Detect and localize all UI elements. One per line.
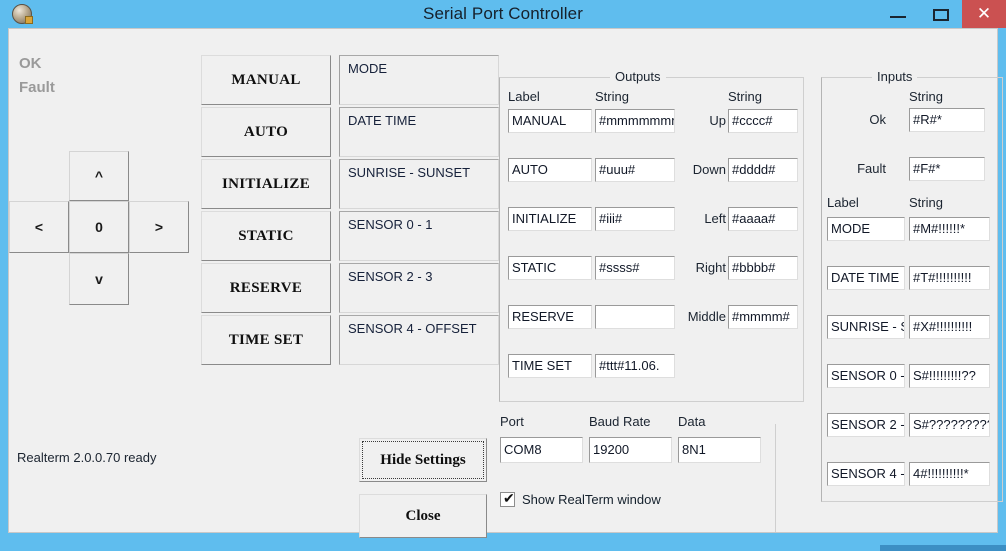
output-direction-string-middle[interactable]: #mmmm# [728, 305, 798, 329]
output-label-field-reserve[interactable]: RESERVE [508, 305, 592, 329]
outputs-column-header-string: String [595, 89, 629, 104]
input-string-field-date-time[interactable]: #T#!!!!!!!!!! [909, 266, 990, 290]
output-direction-string-up[interactable]: #cccc# [728, 109, 798, 133]
output-direction-label-down: Down [692, 162, 726, 177]
client-area: OK Fault ^ < 0 > v MANUAL AUTO INITIALIZ… [8, 28, 1003, 538]
port-input[interactable]: COM8 [500, 437, 583, 463]
hide-settings-button[interactable]: Hide Settings [359, 438, 487, 482]
outputs-group: Outputs Label String String MANUAL AUTO … [499, 69, 804, 402]
dpad-down-button[interactable]: v [69, 253, 129, 305]
output-label-field-time-set[interactable]: TIME SET [508, 354, 592, 378]
dpad-right-button[interactable]: > [129, 201, 189, 253]
close-window-button[interactable]: ✕ [962, 0, 1006, 28]
show-realterm-label: Show RealTerm window [522, 492, 661, 507]
window-title: Serial Port Controller [423, 4, 583, 23]
input-label-field-sensor-0[interactable]: SENSOR 0 - [827, 364, 905, 388]
data-label: Data [678, 414, 706, 429]
check-icon: ✔ [503, 490, 515, 506]
inputs-group: Inputs String Ok Fault #R#* #F#* Label S… [821, 69, 1003, 502]
status-led-fault: Fault [19, 79, 55, 96]
display-box-sensor-4-offset: SENSOR 4 - OFFSET [339, 315, 499, 365]
output-direction-label-left: Left [704, 211, 726, 226]
maximize-button[interactable] [920, 0, 962, 28]
title-bar: Serial Port Controller ✕ [0, 0, 1006, 28]
output-string-field-time-set[interactable]: #ttt#11.06. [595, 354, 675, 378]
input-string-field-mode[interactable]: #M#!!!!!!* [909, 217, 990, 241]
output-string-field-auto[interactable]: #uuu# [595, 158, 675, 182]
data-input[interactable]: 8N1 [678, 437, 761, 463]
outputs-column-header-label: Label [508, 89, 540, 104]
input-string-field-sensor-4[interactable]: 4#!!!!!!!!!!* [909, 462, 990, 486]
close-icon: ✕ [976, 4, 992, 23]
status-bar-text: Realterm 2.0.0.70 ready [17, 450, 157, 465]
output-string-field-initialize[interactable]: #iii# [595, 207, 675, 231]
outputs-column-header-string2: String [728, 89, 762, 104]
input-label-field-sensor-2[interactable]: SENSOR 2 - [827, 413, 905, 437]
output-direction-label-middle: Middle [687, 309, 726, 324]
command-button-static[interactable]: STATIC [201, 211, 331, 261]
close-button[interactable]: Close [359, 494, 487, 538]
display-box-sunrise-sunset: SUNRISE - SUNSET [339, 159, 499, 209]
command-button-auto[interactable]: AUTO [201, 107, 331, 157]
output-direction-label-right: Right [695, 260, 726, 275]
minimize-icon [890, 16, 906, 18]
input-string-field-sensor-0[interactable]: S#!!!!!!!!!?? [909, 364, 990, 388]
output-string-field-reserve[interactable] [595, 305, 675, 329]
input-status-label-fault: Fault [857, 161, 886, 176]
dpad-left-button[interactable]: < [9, 201, 69, 253]
input-string-field-sensor-2[interactable]: S#????????? [909, 413, 990, 437]
output-direction-string-down[interactable]: #dddd# [728, 158, 798, 182]
display-box-mode: MODE [339, 55, 499, 105]
inputs-group-title: Inputs [872, 69, 918, 84]
output-label-field-manual[interactable]: MANUAL [508, 109, 592, 133]
port-label: Port [500, 414, 524, 429]
output-label-field-initialize[interactable]: INITIALIZE [508, 207, 592, 231]
inputs-column-header-string-top: String [909, 89, 943, 104]
output-string-field-manual[interactable]: #mmmmmmm [595, 109, 675, 133]
input-string-field-sunrise[interactable]: #X#!!!!!!!!!! [909, 315, 990, 339]
display-box-sensor-2-3: SENSOR 2 - 3 [339, 263, 499, 313]
maximize-icon [933, 9, 949, 21]
input-label-field-date-time[interactable]: DATE TIME [827, 266, 905, 290]
input-status-string-ok[interactable]: #R#* [909, 108, 985, 132]
show-realterm-checkbox[interactable]: ✔ [500, 490, 515, 507]
output-label-field-static[interactable]: STATIC [508, 256, 592, 280]
minimize-button[interactable] [876, 0, 920, 28]
command-button-reserve[interactable]: RESERVE [201, 263, 331, 313]
input-status-string-fault[interactable]: #F#* [909, 157, 985, 181]
taskbar-accent [880, 545, 1006, 551]
input-label-field-mode[interactable]: MODE [827, 217, 905, 241]
command-button-manual[interactable]: MANUAL [201, 55, 331, 105]
baud-rate-label: Baud Rate [589, 414, 651, 429]
output-string-field-static[interactable]: #ssss# [595, 256, 675, 280]
inputs-column-header-string: String [909, 195, 943, 210]
dpad-up-button[interactable]: ^ [69, 151, 129, 201]
display-box-date-time: DATE TIME [339, 107, 499, 157]
command-button-time-set[interactable]: TIME SET [201, 315, 331, 365]
show-realterm-checkbox-row[interactable]: ✔ Show RealTerm window [500, 490, 661, 507]
status-led-ok: OK [19, 55, 42, 72]
input-status-label-ok: Ok [869, 112, 886, 127]
application-window: Serial Port Controller ✕ OK Fault ^ < 0 … [0, 0, 1006, 551]
output-direction-string-right[interactable]: #bbbb# [728, 256, 798, 280]
inputs-column-header-label: Label [827, 195, 859, 210]
baud-rate-input[interactable]: 19200 [589, 437, 672, 463]
command-button-initialize[interactable]: INITIALIZE [201, 159, 331, 209]
outputs-group-title: Outputs [610, 69, 666, 84]
input-label-field-sensor-4[interactable]: SENSOR 4 - [827, 462, 905, 486]
bottom-separator [775, 424, 776, 532]
output-label-field-auto[interactable]: AUTO [508, 158, 592, 182]
display-box-sensor-0-1: SENSOR 0 - 1 [339, 211, 499, 261]
output-direction-label-up: Up [709, 113, 726, 128]
output-direction-string-left[interactable]: #aaaa# [728, 207, 798, 231]
dpad-center-button[interactable]: 0 [69, 201, 129, 253]
input-label-field-sunrise[interactable]: SUNRISE - S [827, 315, 905, 339]
